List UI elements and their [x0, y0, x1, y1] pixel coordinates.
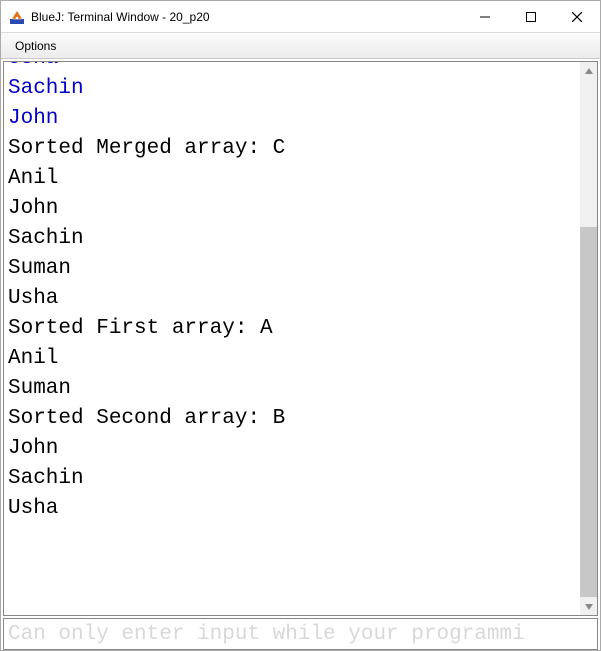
terminal-line: Sachin: [8, 464, 593, 494]
scroll-down-button[interactable]: [580, 598, 597, 615]
window-title: BlueJ: Terminal Window - 20_p20: [31, 10, 462, 24]
terminal-line: Usha: [8, 62, 593, 74]
terminal-line: Anil: [8, 164, 593, 194]
terminal-line: Usha: [8, 494, 593, 524]
terminal-line: Sorted Merged array: C: [8, 134, 593, 164]
terminal-line: Sorted Second array: B: [8, 404, 593, 434]
terminal-line: Sachin: [8, 224, 593, 254]
terminal-line: Sachin: [8, 74, 593, 104]
scroll-thumb[interactable]: [580, 227, 597, 597]
terminal-line: John: [8, 104, 593, 134]
terminal-line: John: [8, 434, 593, 464]
terminal-line: Suman: [8, 254, 593, 284]
scroll-up-button[interactable]: [580, 62, 597, 79]
terminal-area: UshaSachinJohnSorted Merged array: CAnil…: [3, 61, 598, 616]
terminal-line: Suman: [8, 374, 593, 404]
terminal-input-bar: Can only enter input while your programm…: [3, 618, 598, 650]
window-controls: [462, 1, 600, 32]
minimize-button[interactable]: [462, 1, 508, 33]
menubar: Options: [1, 33, 600, 59]
terminal-line: [8, 524, 593, 554]
titlebar: BlueJ: Terminal Window - 20_p20: [1, 1, 600, 33]
terminal-line: Anil: [8, 344, 593, 374]
terminal-line: [8, 554, 593, 584]
scrollbar: [580, 62, 597, 615]
menu-options[interactable]: Options: [7, 36, 64, 56]
terminal-content[interactable]: UshaSachinJohnSorted Merged array: CAnil…: [4, 62, 597, 615]
terminal-input[interactable]: Can only enter input while your programm…: [8, 623, 593, 646]
terminal-line: Sorted First array: A: [8, 314, 593, 344]
bluej-app-icon: [9, 9, 25, 25]
close-button[interactable]: [554, 1, 600, 33]
terminal-line: John: [8, 194, 593, 224]
maximize-button[interactable]: [508, 1, 554, 33]
terminal-line: Usha: [8, 284, 593, 314]
